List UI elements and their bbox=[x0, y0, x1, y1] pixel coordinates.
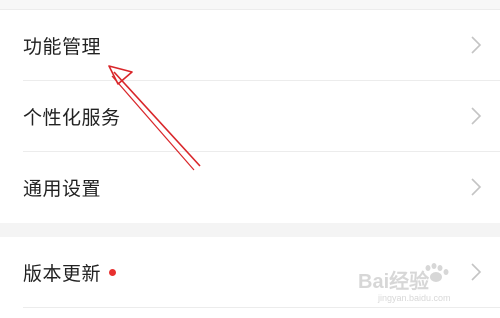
menu-item-label: 通用设置 bbox=[23, 177, 102, 200]
menu-item-general-settings[interactable]: 通用设置 bbox=[0, 152, 500, 222]
top-divider bbox=[0, 0, 500, 10]
update-badge-dot bbox=[109, 269, 116, 276]
menu-item-label: 功能管理 bbox=[23, 35, 102, 58]
settings-screen: 功能管理 个性化服务 通用设置 版本更新 Bai经验 jingyan.baidu… bbox=[0, 0, 500, 318]
chevron-right-icon bbox=[470, 35, 482, 55]
baidu-jingyan-watermark: Bai经验 jingyan.baidu.com bbox=[358, 260, 478, 304]
menu-item-personalized-service[interactable]: 个性化服务 bbox=[0, 81, 500, 151]
menu-item-label: 版本更新 bbox=[23, 262, 102, 285]
menu-item-feature-management[interactable]: 功能管理 bbox=[0, 10, 500, 80]
chevron-right-icon bbox=[470, 177, 482, 197]
row-divider bbox=[23, 307, 500, 308]
group-gap bbox=[0, 223, 500, 237]
menu-item-label: 个性化服务 bbox=[23, 106, 121, 129]
watermark-text: Bai经验 bbox=[358, 269, 429, 293]
chevron-right-icon bbox=[470, 106, 482, 126]
watermark-subtext: jingyan.baidu.com bbox=[377, 293, 451, 303]
